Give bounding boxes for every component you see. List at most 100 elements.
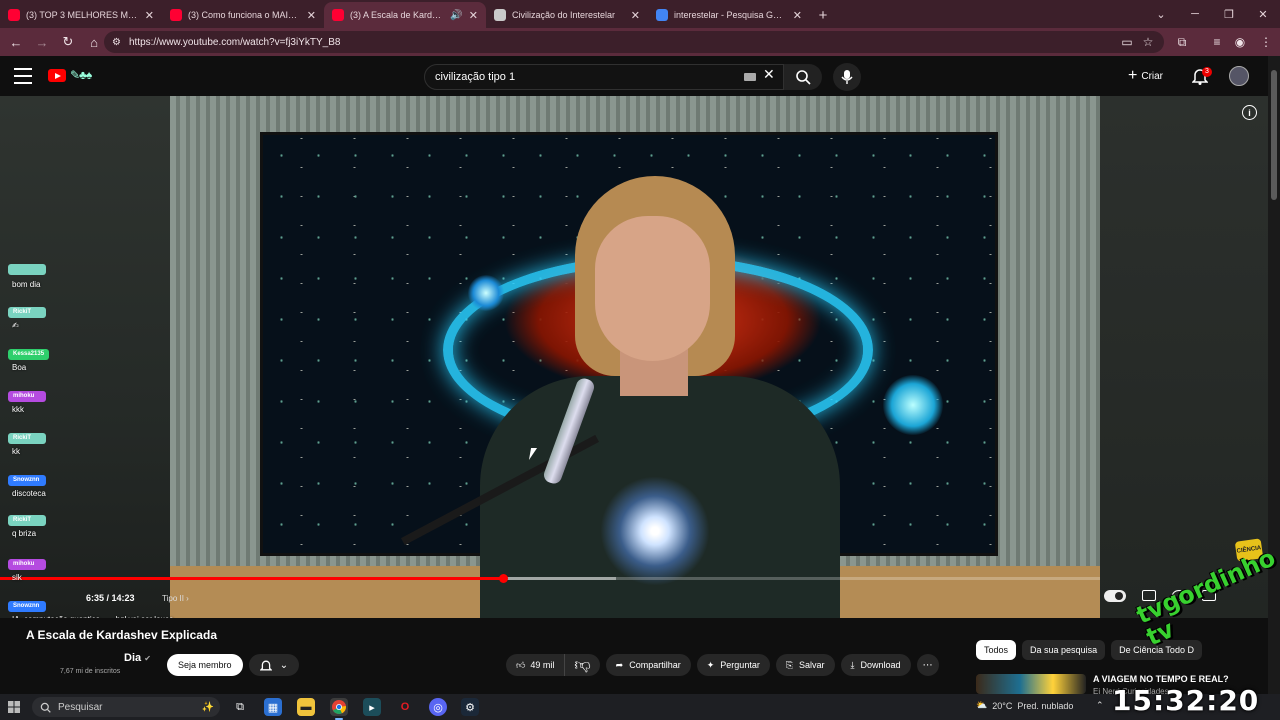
join-member-button[interactable]: Seja membro [167,654,243,676]
browser-tab[interactable]: Civilização do Interestelar ✕ [486,2,648,28]
google-favicon-icon [656,9,668,21]
chrome-logo [332,700,346,714]
file-explorer-icon[interactable]: ▬ [297,698,315,716]
download-label: Download [860,660,901,670]
discord-icon[interactable]: ◎ [429,698,447,716]
clear-search-icon[interactable]: ✕ [763,66,775,83]
like-button[interactable]: 👍︎ 49 mil [506,654,566,676]
search-icon [796,70,811,85]
more-actions-button[interactable]: ⋯ [916,654,939,676]
share-button[interactable]: ➦ Compartilhar [605,654,691,676]
progress-bar[interactable] [0,574,1100,583]
chip-all[interactable]: Todos [976,640,1017,660]
windows-taskbar: Pesquisar ✨ ⧉ ▦ ▬ ▸ O ◎ ⚙ ⛅ 20°C Pred. n… [0,694,1280,720]
tab-close-icon[interactable]: ✕ [631,9,640,22]
sparkle-icon: ✦ [706,659,715,670]
hamburger-menu-icon[interactable] [14,68,32,84]
channel-name[interactable]: Dia ✔ [124,652,151,664]
weather-widget[interactable]: ⛅ 20°C Pred. nublado [976,700,1073,711]
tab-close-icon[interactable]: ✕ [307,9,316,22]
close-window-icon[interactable]: ✕ [1246,0,1280,28]
forward-arrow-icon[interactable]: → [30,30,54,54]
address-bar[interactable]: ⚙ https://www.youtube.com/watch?v=fj3iYk… [104,31,1164,53]
tray-chevron-icon[interactable]: ⌃ [1096,700,1104,711]
autoplay-toggle[interactable] [1104,590,1126,602]
blue-planet [883,375,943,435]
search-input[interactable]: civilização tipo 1 [424,64,784,90]
like-dislike-group: 👍︎ 49 mil 👎︎ [506,654,600,676]
page-scrollbar[interactable] [1268,56,1280,694]
youtube-favicon-icon [170,9,182,21]
browser-tab-strip: (3) TOP 3 MELHORES MOUSES ✕ (3) Como fun… [0,0,1280,28]
task-view-icon[interactable]: ⧉ [231,698,249,716]
weather-cloud-icon: ⛅ [976,700,988,710]
youtube-logo[interactable] [48,69,66,82]
audio-playing-icon[interactable]: 🔊 [450,10,462,21]
presenter-face [595,216,710,361]
create-button[interactable]: + Criar [1128,67,1163,85]
action-buttons: 👍︎ 49 mil 👎︎ ➦ Compartilhar ✦ Perguntar … [506,654,939,676]
download-icon: ⤓ [850,659,855,670]
tab-close-icon[interactable]: ✕ [145,9,154,22]
browser-tab[interactable]: interestelar - Pesquisa Google ✕ [648,2,810,28]
bell-icon [259,660,272,670]
home-icon[interactable]: ⌂ [82,30,106,54]
steam-icon[interactable]: ⚙ [461,698,479,716]
ask-button[interactable]: ✦ Perguntar [696,654,770,676]
reading-list-icon[interactable]: ≡ [1206,28,1228,56]
voice-search-button[interactable] [833,63,861,91]
video-title: A Escala de Kardashev Explicada [26,628,217,642]
browser-tab[interactable]: (3) TOP 3 MELHORES MOUSES ✕ [0,2,162,28]
extensions-icon[interactable]: ⧉ [1171,28,1193,56]
reload-icon[interactable]: ↻ [56,30,80,54]
video-player[interactable] [0,96,1268,618]
search-query-text: civilização tipo 1 [435,71,516,83]
youtube-doodle-icon[interactable]: ✎♣♠ [70,68,92,82]
profile-icon[interactable]: ◉ [1229,28,1251,56]
video-frame [170,96,1100,618]
youtube-header: ✎♣♠ civilização tipo 1 ✕ + Criar 3 [0,56,1280,96]
keyboard-icon[interactable] [744,73,756,81]
chrome-icon[interactable] [330,698,348,720]
taskbar-search[interactable]: Pesquisar ✨ [32,697,220,717]
browser-tab[interactable]: (3) Como funciona o MAIOR TE ✕ [162,2,324,28]
tab-close-icon[interactable]: ✕ [469,9,478,22]
chip-from-search[interactable]: Da sua pesquisa [1022,640,1106,660]
scrubber-handle[interactable] [498,574,508,583]
scrollbar-thumb[interactable] [1271,70,1277,200]
new-tab-button[interactable]: + [810,2,836,28]
notification-count-badge: 3 [1202,67,1212,77]
share-label: Compartilhar [629,660,681,670]
cast-icon[interactable]: ▭ [1116,28,1138,56]
restore-icon[interactable]: ❐ [1212,0,1246,28]
page-favicon-icon [494,9,506,21]
back-arrow-icon[interactable]: ← [4,30,28,54]
start-button[interactable] [0,694,28,720]
bookmark-star-icon[interactable]: ☆ [1137,28,1159,56]
opera-icon[interactable]: O [396,698,414,716]
chapter-button[interactable]: Tipo II › [162,594,189,603]
dislike-button[interactable]: 👎︎ [565,654,599,676]
search-button[interactable] [784,64,822,90]
minimize-icon[interactable]: ─ [1178,0,1212,28]
site-info-icon[interactable]: ⚙ [112,37,121,48]
info-icon[interactable]: i [1242,105,1257,120]
subscription-bell-button[interactable]: ⌄ [249,654,299,676]
video-left-side [0,96,170,618]
save-button[interactable]: ⎘ Salvar [775,654,835,676]
app-icon[interactable]: ▸ [363,698,381,716]
save-label: Salvar [799,660,825,670]
tab-title: (3) Como funciona o MAIOR TE [188,10,301,20]
tab-close-icon[interactable]: ✕ [793,9,802,22]
browser-tab-active[interactable]: (3) A Escala de Kardashev E 🔊 ✕ [324,2,486,28]
tab-search-icon[interactable]: ⌄ [1144,0,1178,28]
store-icon[interactable]: ▦ [264,698,282,716]
recommendation-thumbnail[interactable] [976,674,1086,694]
shirt-galaxy-print [600,476,710,586]
account-avatar[interactable] [1229,66,1249,86]
download-button[interactable]: ⤓ Download [840,654,911,676]
youtube-favicon-icon [332,9,344,21]
tab-title: (3) TOP 3 MELHORES MOUSES [26,10,139,20]
menu-kebab-icon[interactable]: ⋮ [1255,28,1277,56]
thumbs-down-icon: 👎︎ [574,656,591,674]
